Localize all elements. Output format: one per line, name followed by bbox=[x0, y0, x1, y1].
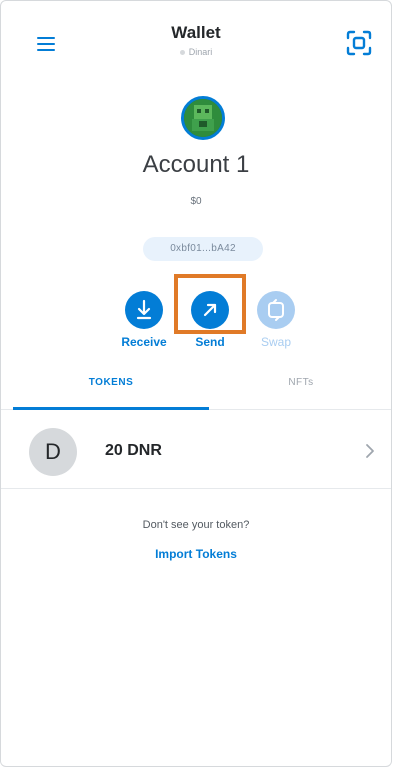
send-label: Send bbox=[195, 335, 225, 349]
account-name[interactable]: Account 1 bbox=[1, 151, 391, 179]
wallet-screen: Wallet Dinari Account 1 $0 0xbf01...bA42 bbox=[0, 0, 392, 767]
send-highlight-box bbox=[174, 274, 246, 334]
chevron-right-icon bbox=[363, 442, 377, 460]
asset-tabs: TOKENS NFTs bbox=[1, 369, 391, 409]
account-address[interactable]: 0xbf01...bA42 bbox=[143, 237, 263, 261]
receive-label: Receive bbox=[121, 335, 167, 349]
account-balance: $0 bbox=[190, 196, 202, 207]
account-avatar[interactable] bbox=[181, 96, 225, 140]
token-row[interactable]: D 20 DNR bbox=[1, 416, 391, 486]
import-tokens-link[interactable]: Import Tokens bbox=[1, 547, 391, 561]
swap-label: Swap bbox=[260, 335, 292, 349]
swap-button[interactable]: Swap bbox=[244, 291, 308, 349]
network-label[interactable]: Dinari bbox=[1, 47, 391, 57]
network-dot-icon bbox=[179, 50, 185, 56]
tab-tokens[interactable]: TOKENS bbox=[13, 369, 209, 409]
page-title: Wallet bbox=[171, 23, 221, 42]
token-icon: D bbox=[29, 428, 77, 476]
receive-button[interactable]: Receive bbox=[112, 291, 176, 349]
missing-token-prompt: Don't see your token? bbox=[142, 519, 250, 531]
swap-icon bbox=[257, 291, 295, 329]
active-tab-indicator bbox=[13, 407, 209, 410]
download-arrow-icon bbox=[125, 291, 163, 329]
network-name: Dinari bbox=[188, 47, 213, 57]
qr-scan-icon[interactable] bbox=[345, 29, 373, 57]
token-amount: 20 DNR bbox=[105, 442, 162, 459]
token-row-divider bbox=[1, 488, 391, 489]
tab-nfts[interactable]: NFTs bbox=[209, 369, 391, 409]
header: Wallet Dinari bbox=[1, 1, 391, 79]
